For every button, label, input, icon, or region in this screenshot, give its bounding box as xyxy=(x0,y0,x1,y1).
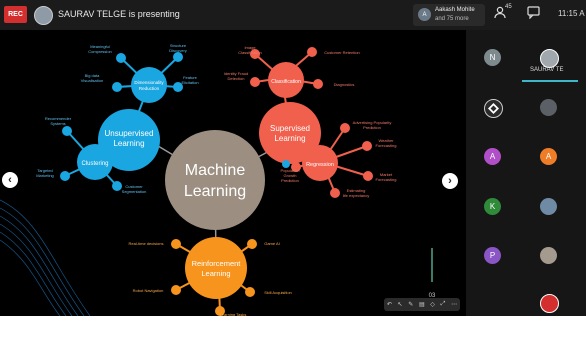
dimred-node: Dimensionality Reduction xyxy=(131,67,167,103)
center-title-line1: Machine xyxy=(185,162,246,179)
svg-text:Visualisation: Visualisation xyxy=(81,78,103,83)
svg-text:Prediction: Prediction xyxy=(363,125,381,130)
svg-text:Reinforcement: Reinforcement xyxy=(192,259,242,268)
svg-text:Detection: Detection xyxy=(228,76,245,81)
svg-text:Robot Navigation: Robot Navigation xyxy=(133,288,164,293)
recording-badge: REC xyxy=(4,6,27,23)
participant-tile[interactable]: A xyxy=(484,148,501,165)
participant-photo-avatar[interactable] xyxy=(540,99,557,116)
participant-photo-avatar[interactable] xyxy=(540,247,557,264)
svg-text:Diagnostics: Diagnostics xyxy=(334,82,355,87)
svg-text:Classification: Classification xyxy=(238,50,262,55)
participant-tile[interactable]: N xyxy=(484,49,501,66)
toolbar-pen-icon[interactable]: ✎ xyxy=(408,301,413,308)
presentation-stage: Unsupervised Learning Dimensionality Red… xyxy=(0,30,466,316)
participant-photo-avatar[interactable] xyxy=(540,294,559,313)
unsupervised-title-line1: Unsupervised xyxy=(105,129,154,138)
center-title-line2: Learning xyxy=(184,183,246,200)
svg-text:Supervised: Supervised xyxy=(270,124,310,133)
svg-text:Classification: Classification xyxy=(271,79,301,85)
toolbar-highlight-icon[interactable]: ▤ xyxy=(419,301,425,308)
participant-tile[interactable]: P xyxy=(484,247,501,264)
svg-text:Segmentation: Segmentation xyxy=(122,189,147,194)
participants-name: Aakash Mohite xyxy=(435,7,475,13)
mind-map-slide: Unsupervised Learning Dimensionality Red… xyxy=(0,43,436,316)
svg-text:Learning: Learning xyxy=(274,134,305,143)
svg-text:Discovery: Discovery xyxy=(169,48,187,53)
self-view-label: SAURAV TE xyxy=(530,67,564,73)
center-node: Machine Learning xyxy=(165,130,265,230)
svg-text:Game AI: Game AI xyxy=(264,241,280,246)
svg-text:Customer Retention: Customer Retention xyxy=(324,50,360,55)
clustering-node: Clustering xyxy=(77,144,113,180)
participants-more: and 75 more xyxy=(435,16,469,22)
toolbar-pointer-icon[interactable]: ↖ xyxy=(398,301,403,308)
regression-node: Regression xyxy=(302,145,338,181)
chat-icon[interactable] xyxy=(527,6,540,22)
participant-tile[interactable]: A xyxy=(540,148,557,165)
next-arrow-icon[interactable]: › xyxy=(442,173,458,189)
participant-avatar: A xyxy=(418,8,431,21)
toolbar-more-icon[interactable]: ⋯ xyxy=(451,301,457,308)
self-video-avatar[interactable] xyxy=(540,49,559,68)
svg-text:Real-time decisions: Real-time decisions xyxy=(129,241,164,246)
meeting-top-bar: REC SAURAV TELGE is presenting A Aakash … xyxy=(0,0,586,30)
svg-text:Forecasting: Forecasting xyxy=(376,143,397,148)
bottom-strip xyxy=(0,316,586,338)
svg-text:Forecasting: Forecasting xyxy=(376,177,397,182)
participant-photo-avatar[interactable] xyxy=(540,198,557,215)
svg-text:Clustering: Clustering xyxy=(81,161,108,167)
presenter-toolbar: ↶ ↖ ✎ ▤ ◇ ⤢ ⋯ xyxy=(384,298,460,311)
svg-text:Elicitation: Elicitation xyxy=(181,80,198,85)
presenter-avatar xyxy=(34,6,53,25)
self-view-indicator xyxy=(522,80,578,82)
svg-text:Compression: Compression xyxy=(88,49,112,54)
svg-text:Marketing: Marketing xyxy=(36,173,54,178)
decorative-waves xyxy=(0,199,91,316)
unsupervised-title-line2: Learning xyxy=(113,139,144,148)
clock: 11:15 A xyxy=(558,9,585,18)
participant-count: 45 xyxy=(505,4,512,10)
svg-text:Regression: Regression xyxy=(306,162,334,168)
toolbar-undo-icon[interactable]: ↶ xyxy=(387,301,392,308)
svg-text:Learning: Learning xyxy=(201,269,230,278)
regression-indicator-dot xyxy=(282,160,290,168)
participant-logo-avatar[interactable] xyxy=(484,99,503,118)
participants-summary-button[interactable]: A Aakash Mohite and 75 more xyxy=(413,4,485,26)
toolbar-expand-icon[interactable]: ⤢ xyxy=(441,301,446,308)
classification-node: Classification xyxy=(268,62,304,98)
participants-panel xyxy=(466,30,586,316)
svg-text:life expectancy: life expectancy xyxy=(343,193,369,198)
svg-text:Skill Acquisition: Skill Acquisition xyxy=(264,290,292,295)
svg-text:Systems: Systems xyxy=(50,121,65,126)
svg-text:Dimensionality: Dimensionality xyxy=(134,80,164,85)
svg-text:Reduction: Reduction xyxy=(139,86,160,91)
toolbar-eraser-icon[interactable]: ◇ xyxy=(430,301,435,308)
presenting-status: SAURAV TELGE is presenting xyxy=(58,9,180,19)
reinforcement-node: Reinforcement Learning xyxy=(185,237,247,299)
participant-tile[interactable]: K xyxy=(484,198,501,215)
svg-text:Prediction: Prediction xyxy=(281,178,299,183)
prev-arrow-icon[interactable]: ‹ xyxy=(2,172,18,188)
